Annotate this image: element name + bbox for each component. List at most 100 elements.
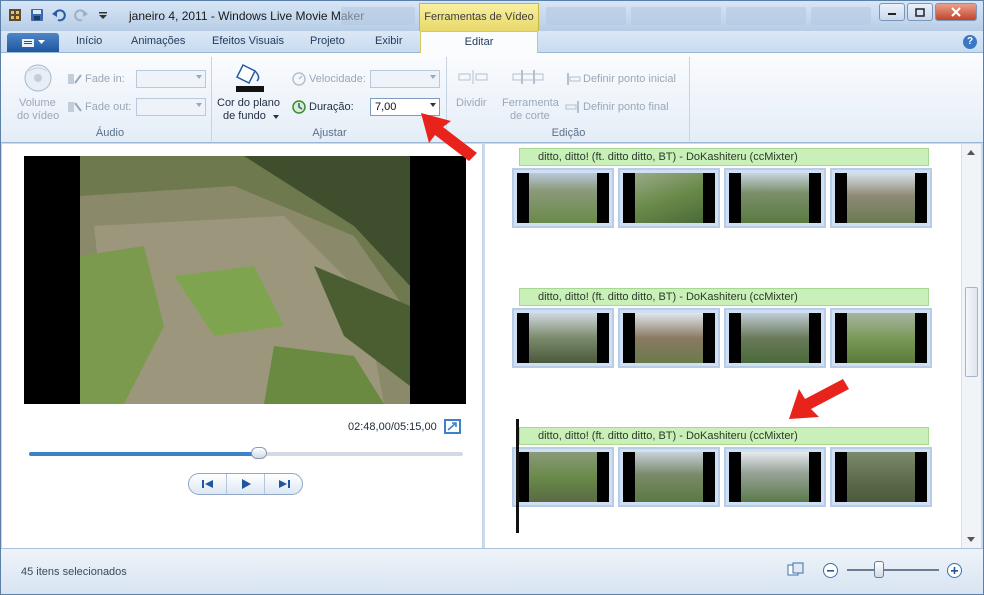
- set-start-button[interactable]: Definir ponto inicial: [583, 73, 676, 85]
- file-menu-icon: [22, 38, 34, 47]
- redo-icon[interactable]: [73, 7, 89, 23]
- previous-frame-button[interactable]: [189, 474, 227, 494]
- video-clip[interactable]: [830, 447, 932, 507]
- clip-thumbnail: [635, 452, 703, 502]
- tab-projeto[interactable]: Projeto: [310, 35, 345, 47]
- video-clip[interactable]: [618, 308, 720, 368]
- seek-bar[interactable]: [29, 447, 463, 459]
- tab-animacoes[interactable]: Animações: [131, 35, 185, 47]
- clip-thumbnail: [529, 452, 597, 502]
- app-window: janeiro 4, 2011 - Windows Live Movie Mak…: [0, 0, 984, 595]
- annotation-arrow: [789, 379, 849, 419]
- zoom-slider[interactable]: [847, 569, 939, 571]
- background-blur: [811, 7, 871, 25]
- status-bar: 45 itens selecionados: [1, 548, 983, 594]
- bg-color-label[interactable]: Cor do plano: [217, 97, 280, 109]
- restore-button[interactable]: [907, 3, 933, 21]
- clip-frame: [623, 313, 715, 363]
- video-clip[interactable]: [830, 308, 932, 368]
- paint-bucket-icon[interactable]: [233, 61, 267, 93]
- close-button[interactable]: [935, 3, 977, 21]
- clip-thumbnail: [741, 452, 809, 502]
- zoom-in-button[interactable]: [947, 563, 962, 578]
- clip-frame: [729, 173, 821, 223]
- seek-bar-fill: [29, 452, 260, 456]
- background-blur: [631, 7, 721, 25]
- zoom-slider-thumb[interactable]: [874, 561, 885, 578]
- undo-icon[interactable]: [51, 7, 67, 23]
- scroll-down-icon[interactable]: [967, 537, 975, 542]
- speed-icon: [292, 72, 306, 86]
- background-blur: [341, 7, 415, 25]
- video-clip[interactable]: [618, 168, 720, 228]
- context-tab-title: Ferramentas de Vídeo: [419, 3, 539, 31]
- window-title: janeiro 4, 2011 - Windows Live Movie Mak…: [129, 9, 365, 23]
- clip-frame: [729, 313, 821, 363]
- video-clip[interactable]: [618, 447, 720, 507]
- clip-frame: [835, 173, 927, 223]
- help-icon[interactable]: ?: [963, 35, 977, 49]
- chevron-down-icon: [273, 115, 279, 119]
- split-icon[interactable]: [458, 69, 488, 85]
- scrollbar-thumb[interactable]: [965, 287, 978, 377]
- duration-icon: [292, 100, 306, 114]
- tab-exibir[interactable]: Exibir: [375, 35, 403, 47]
- file-menu-button[interactable]: [7, 33, 59, 52]
- thumbnail-size-icon[interactable]: [787, 562, 805, 579]
- clip-frame: [835, 313, 927, 363]
- split-label[interactable]: Dividir: [456, 97, 487, 109]
- playhead-indicator[interactable]: [516, 419, 519, 533]
- chevron-down-icon: [430, 75, 436, 79]
- minimize-button[interactable]: [879, 3, 905, 21]
- group-audio: Volume do vídeo Fade in: Fade out: Áudio: [9, 57, 212, 141]
- fade-in-label: Fade in:: [85, 73, 125, 85]
- next-frame-button[interactable]: [265, 474, 302, 494]
- trim-tool-icon[interactable]: [512, 69, 544, 85]
- duration-value[interactable]: 7,00: [375, 101, 396, 113]
- audio-track[interactable]: ditto, ditto! (ft. ditto ditto, BT) - Do…: [519, 427, 929, 445]
- save-icon[interactable]: [29, 7, 45, 23]
- group-label-ajustar: Ajustar: [312, 127, 347, 139]
- video-clip[interactable]: [724, 168, 826, 228]
- vertical-scrollbar[interactable]: [961, 144, 981, 548]
- restore-icon: [915, 7, 925, 17]
- qat-customize-icon[interactable]: [95, 7, 111, 23]
- video-clip[interactable]: [724, 308, 826, 368]
- trim-tool-label-line2[interactable]: de corte: [510, 110, 550, 122]
- video-clip[interactable]: [724, 447, 826, 507]
- zoom-in-icon: [951, 567, 958, 574]
- chevron-down-icon: [196, 103, 202, 107]
- volume-icon[interactable]: [23, 63, 53, 93]
- audio-track[interactable]: ditto, ditto! (ft. ditto ditto, BT) - Do…: [519, 288, 929, 306]
- set-end-button[interactable]: Definir ponto final: [583, 101, 669, 113]
- zoom-out-icon: [827, 570, 834, 572]
- scroll-up-icon[interactable]: [967, 150, 975, 155]
- window-buttons: [879, 3, 977, 21]
- volume-label-line2[interactable]: do vídeo: [17, 110, 59, 122]
- storyboard-pane[interactable]: ditto, ditto! (ft. ditto ditto, BT) - Do…: [485, 144, 961, 548]
- timecode: 02:48,00/05:15,00: [348, 421, 437, 433]
- video-preview[interactable]: [24, 156, 466, 404]
- video-clip[interactable]: [512, 447, 614, 507]
- fade-in-icon: [68, 74, 82, 84]
- fade-out-select[interactable]: [136, 98, 206, 116]
- seek-bar-thumb[interactable]: [251, 447, 268, 459]
- speed-label: Velocidade:: [309, 73, 366, 85]
- annotation-arrow: [421, 113, 477, 161]
- video-clip[interactable]: [512, 168, 614, 228]
- zoom-out-button[interactable]: [823, 563, 838, 578]
- fullscreen-icon[interactable]: [444, 419, 461, 434]
- volume-label[interactable]: Volume: [19, 97, 56, 109]
- video-clip[interactable]: [830, 168, 932, 228]
- tab-inicio[interactable]: Início: [76, 35, 102, 47]
- app-icon[interactable]: [7, 7, 23, 23]
- speed-select[interactable]: [370, 70, 440, 88]
- bg-color-label-line2[interactable]: de fundo: [223, 110, 266, 122]
- tab-editar[interactable]: Editar: [420, 31, 538, 54]
- play-button[interactable]: [227, 474, 265, 494]
- trim-tool-label[interactable]: Ferramenta: [502, 97, 559, 109]
- video-clip[interactable]: [512, 308, 614, 368]
- tab-efeitos-visuais[interactable]: Efeitos Visuais: [212, 35, 284, 47]
- fade-in-select[interactable]: [136, 70, 206, 88]
- audio-track[interactable]: ditto, ditto! (ft. ditto ditto, BT) - Do…: [519, 148, 929, 166]
